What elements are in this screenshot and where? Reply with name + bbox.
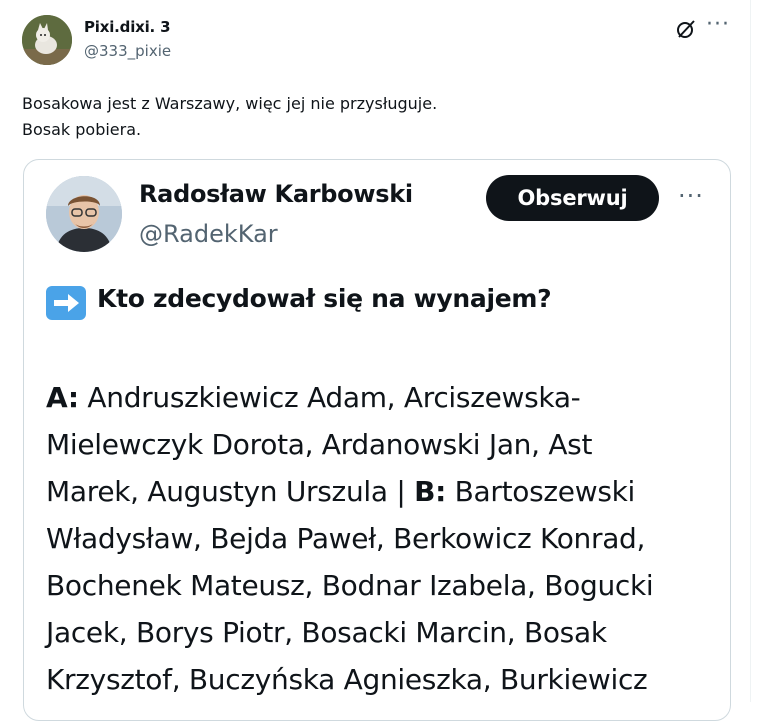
post-text-line: Bosak pobiera. — [22, 120, 142, 139]
body-text: Andruszkiewicz Adam, Arciszewska- — [78, 381, 581, 414]
grok-icon[interactable] — [675, 18, 697, 40]
column-divider — [750, 0, 751, 702]
author-name[interactable]: Pixi.dixi. 3 — [84, 18, 171, 36]
follow-button[interactable]: Obserwuj — [486, 175, 659, 221]
quoted-author-handle[interactable]: @RadekKar — [139, 220, 278, 248]
body-line: Władysław, Bejda Paweł, Berkowicz Konrad… — [46, 522, 646, 555]
right-arrow-emoji-icon — [46, 286, 86, 320]
author-avatar[interactable] — [22, 15, 72, 65]
body-line: A: Andruszkiewicz Adam, Arciszewska- — [46, 374, 730, 421]
quoted-headline: Kto zdecydował się na wynajem? — [97, 284, 552, 313]
body-text: Bartoszewski — [446, 475, 636, 508]
more-icon[interactable]: ··· — [706, 12, 730, 38]
quoted-author-avatar[interactable] — [46, 176, 122, 252]
quoted-post[interactable]: Radosław Karbowski @RadekKar Obserwuj ··… — [23, 159, 731, 721]
more-icon[interactable]: ··· — [678, 184, 704, 208]
body-line: Mielewczyk Dorota, Ardanowski Jan, Ast — [46, 428, 593, 461]
section-label: B: — [414, 475, 447, 508]
section-label: A: — [46, 381, 79, 414]
quoted-body: A: Andruszkiewicz Adam, Arciszewska- Mie… — [46, 374, 730, 703]
body-line: Marek, Augustyn Urszula | B: Bartoszewsk… — [46, 468, 730, 515]
quoted-author-name[interactable]: Radosław Karbowski — [139, 180, 413, 208]
body-line: Bochenek Mateusz, Bodnar Izabela, Boguck… — [46, 569, 654, 602]
body-line: Krzysztof, Buczyńska Agnieszka, Burkiewi… — [46, 663, 648, 696]
author-handle[interactable]: @333_pixie — [84, 42, 171, 60]
body-text: Marek, Augustyn Urszula | — [46, 475, 415, 508]
post-text: Bosakowa jest z Warszawy, więc jej nie p… — [22, 91, 722, 143]
body-line: Jacek, Borys Piotr, Bosacki Marcin, Bosa… — [46, 616, 607, 649]
post-text-line: Bosakowa jest z Warszawy, więc jej nie p… — [22, 94, 438, 113]
